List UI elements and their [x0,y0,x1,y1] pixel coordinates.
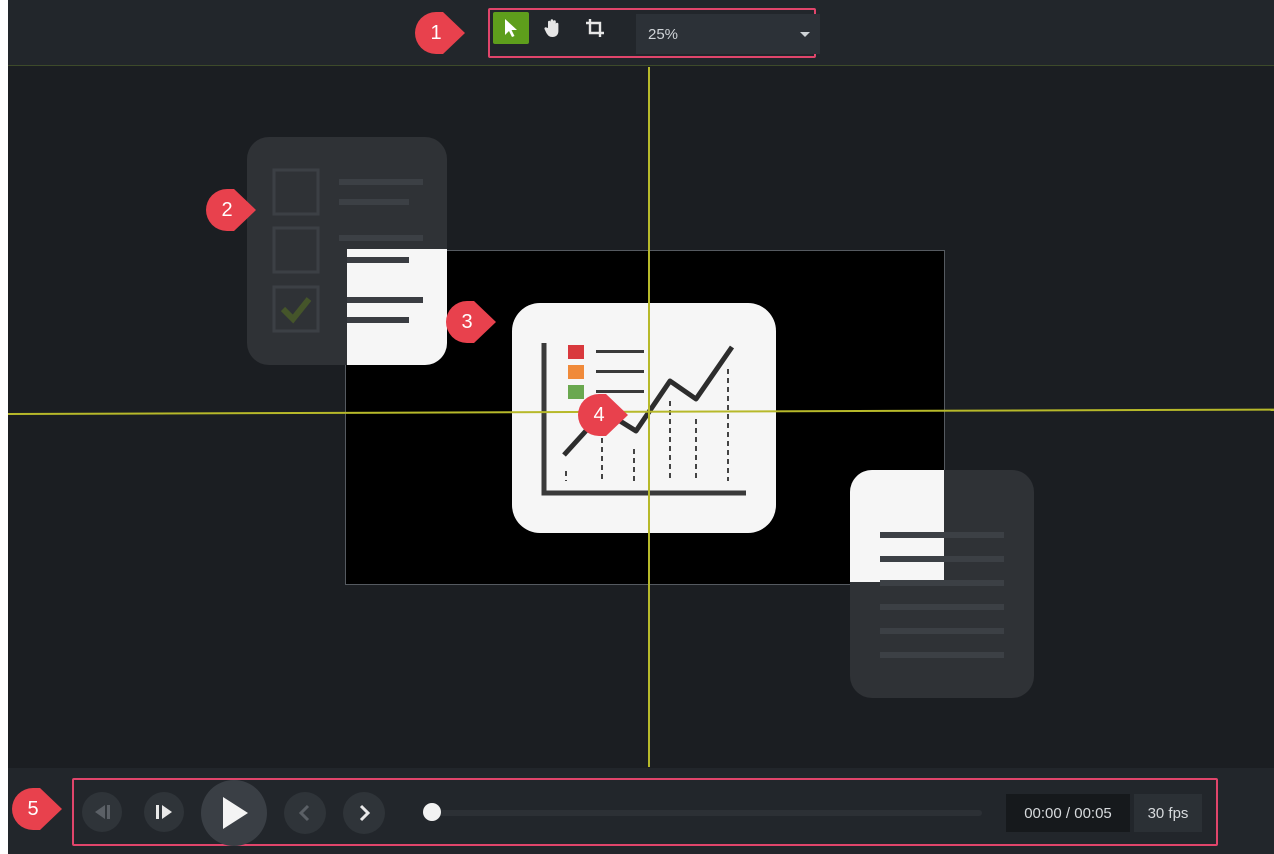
pan-tool-button[interactable] [535,12,571,44]
canvas-toolbar: 25% [8,0,1274,66]
play-button[interactable] [201,780,267,846]
zoom-value: 25% [648,25,679,43]
callout-3: 3 [444,299,496,345]
callout-5: 5 [10,786,62,832]
zoom-dropdown[interactable]: 25% [636,14,820,54]
chevron-left-icon [298,804,310,822]
select-tool-button[interactable] [493,12,529,44]
fps-display[interactable]: 30 fps [1134,794,1202,832]
step-back-icon [95,805,110,819]
hand-icon [544,19,559,37]
next-button[interactable] [343,792,385,834]
crop-icon [586,19,604,37]
playhead-handle[interactable] [423,803,441,821]
play-icon [223,797,248,829]
crop-tool-button[interactable] [577,12,613,44]
step-forward-icon [156,805,172,819]
document-icon [880,532,1004,658]
editor-window: 25% 2 3 4 1 00:00 / 00:05 30 fps 5 [8,0,1274,854]
callout-1: 1 [413,10,465,56]
timeline-scrubber[interactable] [426,810,982,816]
callout-4: 4 [576,392,628,438]
checklist-icon [272,168,423,333]
checklist-media[interactable] [247,137,447,365]
step-forward-button[interactable] [144,792,184,832]
chevron-down-icon [800,32,810,37]
playback-bar: 00:00 / 00:05 30 fps [8,768,1274,854]
document-media[interactable] [850,470,1034,698]
previous-button[interactable] [284,792,326,834]
arrow-pointer-icon [505,19,517,37]
preview-canvas[interactable]: 2 3 4 [8,67,1274,767]
chevron-right-icon [359,804,371,822]
callout-2: 2 [204,187,256,233]
time-display: 00:00 / 00:05 [1006,794,1130,832]
